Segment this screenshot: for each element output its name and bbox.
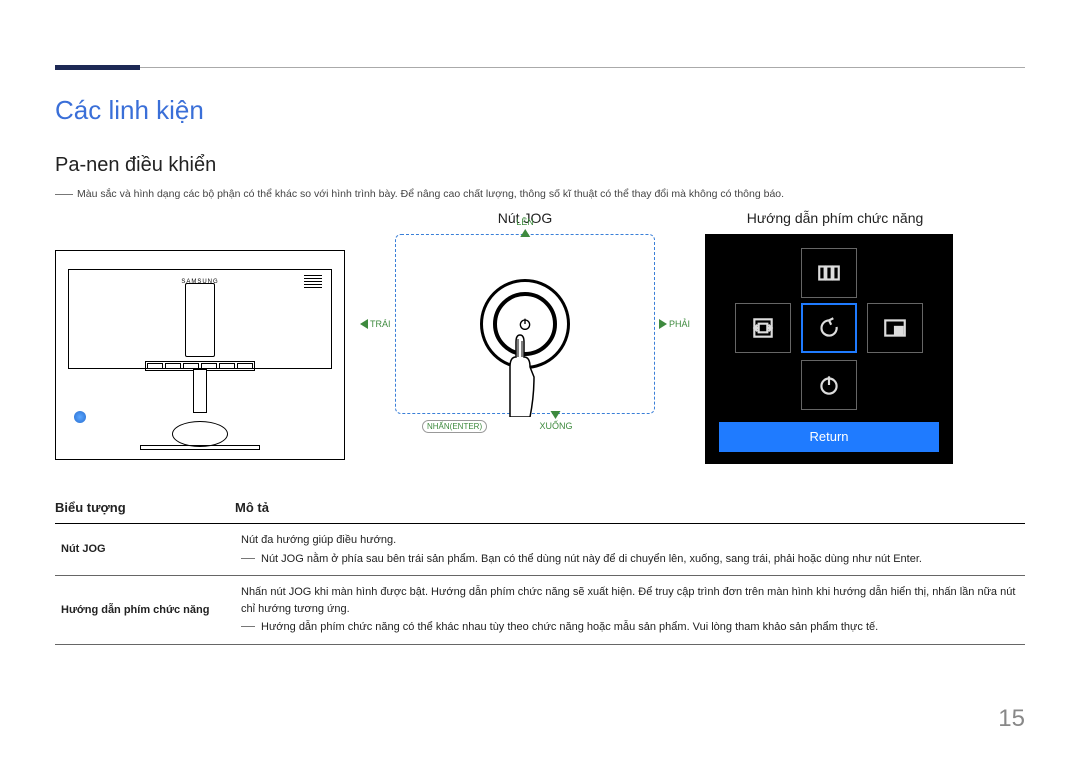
description-table: Biểu tượng Mô tả Nút JOG Nút đa hướng gi…	[55, 494, 1025, 645]
row-desc-main: Nút đa hướng giúp điều hướng.	[241, 532, 1019, 549]
osd-power-icon	[801, 360, 857, 410]
osd-panel-column: Hướng dẫn phím chức năng Retur	[705, 210, 965, 464]
osd-return-icon	[801, 303, 857, 353]
top-note: Màu sắc và hình dạng các bộ phận có thể …	[55, 187, 1025, 202]
jog-right-label: PHẢI	[669, 319, 690, 329]
header-divider	[55, 67, 1025, 68]
osd-menu-icon	[801, 248, 857, 298]
osd-return-button: Return	[719, 422, 939, 452]
arrow-down-icon	[551, 411, 561, 419]
arrow-right-icon	[659, 319, 667, 329]
row-desc-note: Nút JOG nằm ở phía sau bên trái sản phẩm…	[261, 551, 922, 568]
jog-diagram: Nút JOG LÊN XUỐNG TRÁI	[375, 210, 675, 414]
subsection-title: Pa-nen điều khiển	[55, 154, 1025, 177]
jog-left-label: TRÁI	[370, 319, 391, 329]
arrow-up-icon	[520, 229, 530, 237]
jog-down-label: XUỐNG	[539, 421, 572, 431]
table-header-icon: Biểu tượng	[55, 494, 235, 524]
osd-screen: Return	[705, 234, 953, 464]
row-label: Hướng dẫn phím chức năng	[55, 576, 235, 645]
arrow-left-icon	[360, 319, 368, 329]
row-desc-main: Nhấn nút JOG khi màn hình được bật. Hướn…	[241, 584, 1019, 617]
jog-enter-label: NHẤN(ENTER)	[422, 420, 487, 433]
hand-icon	[490, 327, 550, 417]
osd-source-icon	[735, 303, 791, 353]
row-desc: Nút đa hướng giúp điều hướng. Nút JOG nằ…	[235, 524, 1025, 576]
table-row: Nút JOG Nút đa hướng giúp điều hướng. Nú…	[55, 524, 1025, 576]
row-desc: Nhấn nút JOG khi màn hình được bật. Hướn…	[235, 576, 1025, 645]
jog-up-label: LÊN	[516, 217, 534, 227]
monitor-illustration: SAMSUNG	[55, 250, 345, 460]
osd-pip-icon	[867, 303, 923, 353]
page-number: 15	[998, 705, 1025, 733]
table-header-desc: Mô tả	[235, 494, 1025, 524]
section-title: Các linh kiện	[55, 95, 1025, 126]
row-desc-note: Hướng dẫn phím chức năng có thể khác nha…	[261, 619, 878, 636]
jog-position-indicator-icon	[74, 411, 86, 423]
table-row: Hướng dẫn phím chức năng Nhấn nút JOG kh…	[55, 576, 1025, 645]
osd-title: Hướng dẫn phím chức năng	[705, 210, 965, 226]
top-note-text: Màu sắc và hình dạng các bộ phận có thể …	[77, 188, 784, 200]
row-label: Nút JOG	[55, 524, 235, 576]
header-accent	[55, 65, 140, 70]
